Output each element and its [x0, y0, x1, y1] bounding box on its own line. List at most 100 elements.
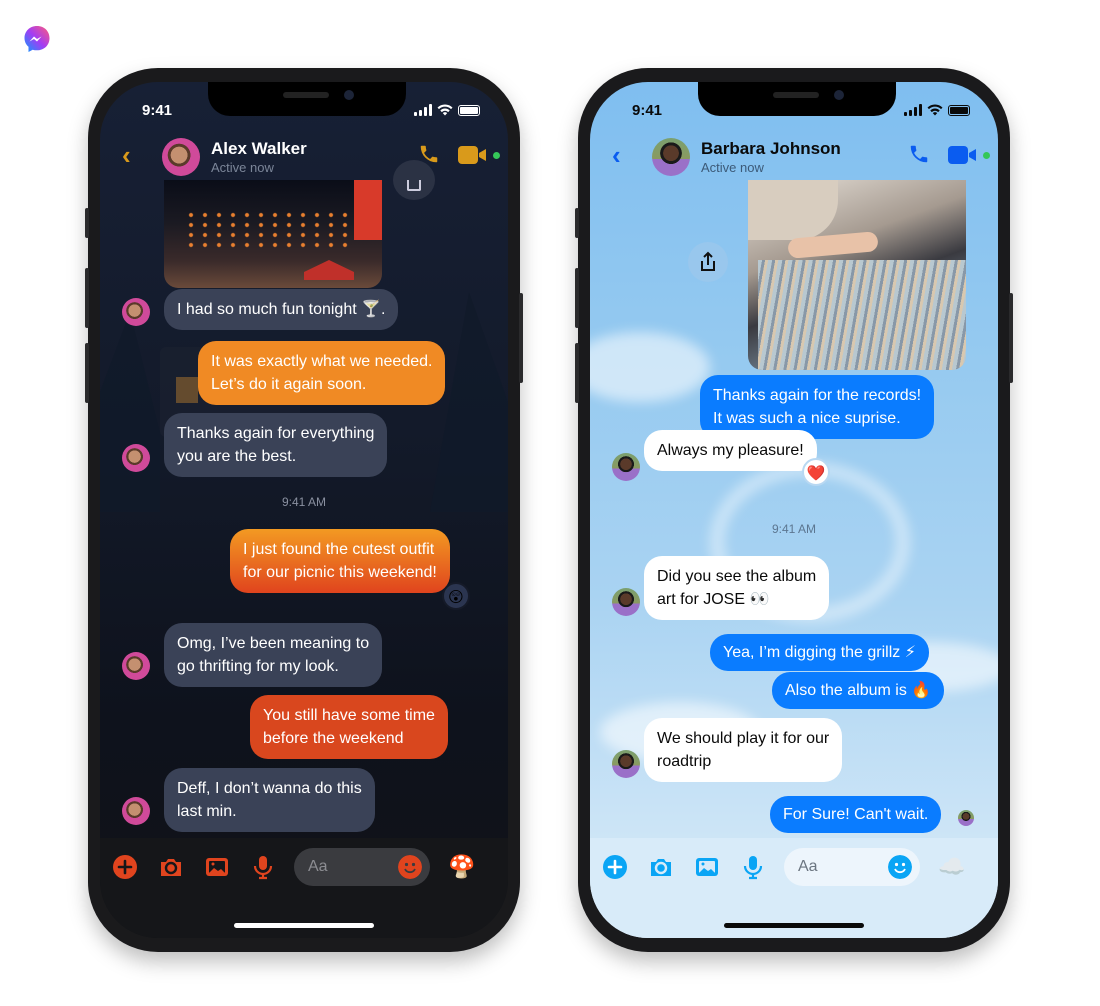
microphone-icon[interactable]: [740, 854, 766, 880]
message-line: art for JOSE 👀: [657, 591, 770, 608]
mute-switch: [85, 208, 89, 238]
gallery-icon[interactable]: [204, 854, 230, 880]
back-button[interactable]: ‹: [122, 140, 131, 171]
message-line: last min.: [177, 803, 237, 820]
notch: [208, 82, 406, 116]
chat-screen: 9:41 ‹ Barbara Johnson Active now Thanks…: [590, 82, 998, 938]
home-indicator: [234, 923, 374, 928]
contact-avatar-small: [122, 444, 150, 472]
message-input[interactable]: Aa: [294, 848, 430, 886]
message-input[interactable]: Aa: [784, 848, 920, 886]
message-line: It was exactly what we needed.: [211, 353, 433, 370]
messenger-logo-icon: [22, 24, 52, 54]
chat-header: ‹ Barbara Johnson Active now: [590, 134, 998, 180]
message-bubble[interactable]: I had so much fun tonight 🍸.: [164, 289, 399, 330]
microphone-icon[interactable]: [250, 854, 276, 880]
contact-avatar-small: [122, 298, 150, 326]
message-line: you are the best.: [177, 448, 297, 465]
message-bubble[interactable]: Thanks again for everything you are the …: [164, 413, 388, 477]
message-input-placeholder: Aa: [308, 858, 328, 875]
message-line: We should play it for our: [657, 730, 830, 747]
message-bubble[interactable]: We should play it for our roadtrip: [644, 718, 843, 782]
camera-icon[interactable]: [648, 854, 674, 880]
back-button[interactable]: ‹: [612, 140, 621, 171]
share-button[interactable]: [688, 242, 728, 282]
message-line: Let’s do it again soon.: [211, 376, 367, 393]
status-time: 9:41: [142, 102, 173, 119]
theme-emoji-mushroom[interactable]: 🍄: [448, 854, 475, 880]
message-line: Thanks again for everything: [177, 425, 375, 442]
message-bubble[interactable]: Also the album is 🔥: [772, 672, 945, 709]
wifi-icon: [437, 104, 453, 116]
wifi-icon: [927, 104, 943, 116]
message-bubble[interactable]: Omg, I’ve been meaning to go thrifting f…: [164, 623, 383, 687]
message-bubble[interactable]: For Sure! Can't wait.: [770, 796, 942, 833]
power-button: [1009, 293, 1013, 383]
night-market-photo[interactable]: [164, 180, 382, 288]
message-line: before the weekend: [263, 730, 404, 747]
theme-emoji-cloud[interactable]: ☁️: [938, 854, 965, 880]
message-bubble[interactable]: Always my pleasure!: [644, 430, 817, 471]
chat-screen: 9:41 ‹ Alex Walker Active now I had so m…: [100, 82, 508, 938]
camera-icon[interactable]: [158, 854, 184, 880]
status-time: 9:41: [632, 102, 663, 119]
message-bubble[interactable]: Deff, I don’t wanna do this last min.: [164, 768, 375, 832]
signal-icon: [904, 104, 922, 116]
message-line: roadtrip: [657, 753, 712, 770]
active-status: Active now: [211, 160, 274, 175]
emoji-icon[interactable]: [398, 855, 422, 879]
battery-icon: [948, 104, 970, 116]
online-indicator: [493, 152, 500, 159]
gallery-icon[interactable]: [694, 854, 720, 880]
phone-call-icon[interactable]: [908, 143, 930, 165]
plus-icon[interactable]: [112, 854, 138, 880]
contact-avatar[interactable]: [652, 138, 690, 176]
video-call-icon[interactable]: [458, 146, 488, 164]
message-list: Thanks again for the records! It was suc…: [590, 180, 998, 840]
phone-dark-theme: 9:41 ‹ Alex Walker Active now I had so m…: [85, 68, 523, 952]
timestamp: 9:41 AM: [281, 495, 327, 509]
contact-name[interactable]: Barbara Johnson: [701, 139, 841, 159]
contact-avatar-small: [612, 750, 640, 778]
signal-icon: [414, 104, 432, 116]
message-bubble[interactable]: It was exactly what we needed. Let’s do …: [198, 341, 446, 405]
message-line: Did you see the album: [657, 568, 817, 585]
contact-avatar-small: [122, 797, 150, 825]
message-bubble[interactable]: Did you see the album art for JOSE 👀: [644, 556, 830, 620]
volume-down-button: [575, 343, 579, 403]
reaction-badge[interactable]: 😲: [442, 582, 470, 610]
plus-icon[interactable]: [602, 854, 628, 880]
active-status: Active now: [701, 160, 764, 175]
reaction-badge[interactable]: ❤️: [802, 458, 830, 486]
contact-avatar-small: [122, 652, 150, 680]
online-indicator: [983, 152, 990, 159]
read-receipt-avatar: [958, 810, 974, 826]
contact-avatar[interactable]: [162, 138, 200, 176]
timestamp: 9:41 AM: [771, 522, 817, 536]
power-button: [519, 293, 523, 383]
share-icon: [701, 251, 715, 271]
message-line: for our picnic this weekend!: [243, 564, 437, 581]
contact-name[interactable]: Alex Walker: [211, 139, 307, 159]
chat-header: ‹ Alex Walker Active now: [100, 134, 508, 180]
message-bubble[interactable]: Yea, I’m digging the grillz ⚡: [710, 634, 929, 671]
vinyl-records-photo[interactable]: [748, 180, 966, 370]
message-bubble[interactable]: I just found the cutest outfit for our p…: [230, 529, 450, 593]
contact-avatar-small: [612, 453, 640, 481]
message-line: You still have some time: [263, 707, 435, 724]
message-line: I just found the cutest outfit: [243, 541, 435, 558]
home-indicator: [724, 923, 864, 928]
emoji-icon[interactable]: [888, 855, 912, 879]
battery-icon: [458, 104, 480, 116]
share-icon: [407, 180, 421, 191]
volume-up-button: [575, 268, 579, 328]
video-call-icon[interactable]: [948, 146, 978, 164]
message-line: go thrifting for my look.: [177, 658, 339, 675]
mute-switch: [575, 208, 579, 238]
message-input-placeholder: Aa: [798, 858, 818, 875]
message-line: Thanks again for the records!: [713, 387, 922, 404]
composer: Aa ☁️: [590, 838, 998, 938]
phone-call-icon[interactable]: [418, 143, 440, 165]
message-list: I had so much fun tonight 🍸. It was exac…: [100, 160, 508, 840]
message-bubble[interactable]: You still have some time before the week…: [250, 695, 448, 759]
